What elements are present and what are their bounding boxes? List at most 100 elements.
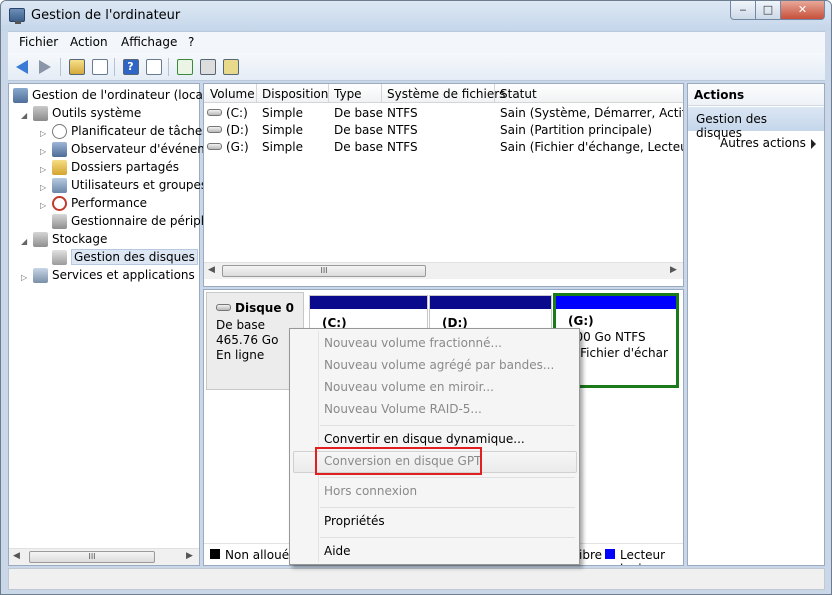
toolbar-separator	[168, 58, 169, 76]
menu-item-aide[interactable]: Aide	[324, 544, 351, 558]
menu-item-hors-connexion[interactable]: Hors connexion	[324, 484, 417, 498]
expand-arrow-icon[interactable]: ▷	[40, 184, 48, 192]
legend-lecteur-logique: Lecteur logi	[620, 548, 666, 565]
logical-drive-swatch	[605, 549, 615, 559]
menu-item-nouveau-volume-agrege[interactable]: Nouveau volume agrégé par bandes...	[324, 358, 554, 372]
drive-icon	[207, 109, 222, 116]
disk-settings-icon[interactable]	[221, 57, 240, 76]
volume-list-horizontal-scrollbar[interactable]: ◀ III ▶	[204, 262, 683, 279]
window-title: Gestion de l'ordinateur	[31, 8, 181, 23]
column-disposition[interactable]: Disposition	[262, 87, 328, 101]
back-arrow-icon[interactable]	[12, 57, 31, 76]
tree-item-dossiers-partages[interactable]: Dossiers partagés	[52, 158, 179, 176]
up-folder-icon[interactable]	[67, 57, 86, 76]
disk-state: En ligne	[216, 348, 265, 362]
scrollbar-thumb[interactable]: III	[29, 551, 155, 563]
drive-icon	[207, 143, 222, 150]
tree-horizontal-scrollbar[interactable]: ◀ III ▶	[9, 548, 199, 565]
primary-partition-bar	[310, 296, 427, 309]
scroll-right-icon[interactable]: ▶	[186, 551, 193, 561]
menu-bar: Fichier Action Affichage ?	[8, 31, 825, 53]
volume-list: Volume Disposition Type Système de fichi…	[203, 83, 684, 287]
menu-fichier[interactable]: Fichier	[19, 35, 58, 49]
menu-item-nouveau-volume-fractionne[interactable]: Nouveau volume fractionné...	[324, 336, 502, 350]
tree-item-gestion-des-disques[interactable]: Gestion des disques	[52, 248, 198, 266]
scroll-left-icon[interactable]: ◀	[208, 265, 215, 275]
tree-item-services[interactable]: Services et applications	[33, 266, 195, 284]
tree-item-performance[interactable]: Performance	[52, 194, 147, 212]
column-status[interactable]: Statut	[500, 87, 537, 101]
tree-item-utilisateurs[interactable]: Utilisateurs et groupes l	[52, 176, 214, 194]
expand-arrow-icon[interactable]: ▷	[40, 148, 48, 156]
legend-non-alloue: Non alloué	[225, 548, 290, 562]
actions-pane: Actions Gestion des disques Autres actio…	[687, 83, 825, 566]
disk-size: 465.76 Go	[216, 333, 279, 347]
logical-drive-bar	[556, 296, 676, 309]
services-icon	[33, 267, 48, 283]
tree-item-outils-systeme[interactable]: Outils système	[33, 104, 141, 122]
tools-icon	[33, 105, 48, 121]
event-viewer-icon	[52, 141, 67, 157]
menu-item-convertir-dynamique[interactable]: Convertir en disque dynamique...	[324, 432, 525, 446]
title-bar: Gestion de l'ordinateur ‒ □ ✕	[1, 1, 831, 31]
menu-separator	[320, 537, 575, 538]
column-volume[interactable]: Volume	[210, 87, 255, 101]
help-icon[interactable]: ?	[121, 57, 140, 76]
menu-separator	[320, 477, 575, 478]
annotation-highlight-box	[315, 447, 482, 475]
scroll-right-icon[interactable]: ▶	[670, 265, 677, 275]
disk-type: De base	[216, 318, 266, 332]
collapse-arrow-icon[interactable]: ◢	[21, 238, 29, 246]
expand-arrow-icon[interactable]: ▷	[40, 202, 48, 210]
navigation-tree: Gestion de l'ordinateur (local) ◢ Outils…	[8, 83, 216, 566]
scrollbar-thumb[interactable]: III	[222, 265, 426, 277]
column-type[interactable]: Type	[334, 87, 362, 101]
toolbar-separator	[114, 58, 115, 76]
users-icon	[52, 177, 67, 193]
table-row[interactable]: (D:) Simple De base NTFS Sain (Partition…	[204, 122, 683, 139]
computer-management-icon	[9, 8, 25, 24]
menu-action[interactable]: Action	[70, 35, 108, 49]
table-row[interactable]: (G:) Simple De base NTFS Sain (Fichier d…	[204, 139, 683, 156]
menu-item-proprietes[interactable]: Propriétés	[324, 514, 385, 528]
close-button[interactable]: ✕	[781, 1, 825, 20]
clock-icon	[52, 123, 67, 139]
storage-icon	[33, 231, 48, 247]
show-action-pane-icon[interactable]	[144, 57, 163, 76]
properties-icon[interactable]	[198, 57, 217, 76]
column-filesystem[interactable]: Système de fichiers	[387, 87, 505, 101]
actions-group-gestion-des-disques[interactable]: Gestion des disques	[688, 107, 824, 140]
status-bar	[8, 568, 825, 590]
refresh-icon[interactable]	[175, 57, 194, 76]
tree-item-gestionnaire-peripheriques[interactable]: Gestionnaire de périphé	[52, 212, 216, 230]
shared-folder-icon	[52, 159, 67, 175]
tree-item-stockage[interactable]: Stockage	[33, 230, 107, 248]
menu-item-nouveau-volume-raid5[interactable]: Nouveau Volume RAID-5...	[324, 402, 482, 416]
minimize-button[interactable]: ‒	[730, 1, 756, 20]
menu-item-nouveau-volume-miroir[interactable]: Nouveau volume en miroir...	[324, 380, 494, 394]
window: Gestion de l'ordinateur ‒ □ ✕ Fichier Ac…	[0, 0, 832, 595]
disk-management-icon	[52, 249, 67, 265]
table-row[interactable]: (C:) Simple De base NTFS Sain (Système, …	[204, 105, 683, 122]
forward-arrow-icon[interactable]	[35, 57, 54, 76]
tree-item-root[interactable]: Gestion de l'ordinateur (local)	[13, 86, 211, 104]
show-hide-tree-icon[interactable]	[90, 57, 109, 76]
tree-item-planificateur[interactable]: Planificateur de tâches	[52, 122, 209, 140]
menu-affichage[interactable]: Affichage	[121, 35, 177, 49]
primary-partition-bar	[430, 296, 551, 309]
submenu-arrow-icon[interactable]	[811, 139, 816, 149]
expand-arrow-icon[interactable]: ▷	[40, 166, 48, 174]
legend-espace-libre: ibre	[579, 548, 603, 562]
unallocated-swatch	[210, 549, 220, 559]
toolbar-separator	[60, 58, 61, 76]
expand-arrow-icon[interactable]: ▷	[21, 274, 29, 282]
computer-icon	[13, 87, 28, 103]
scroll-left-icon[interactable]: ◀	[13, 551, 20, 561]
other-actions-link[interactable]: Autres actions	[720, 136, 806, 150]
maximize-button[interactable]: □	[756, 1, 781, 20]
expand-arrow-icon[interactable]: ▷	[40, 130, 48, 138]
collapse-arrow-icon[interactable]: ◢	[21, 112, 29, 120]
disk-icon	[216, 304, 231, 311]
tree-item-observateur[interactable]: Observateur d'événeme	[52, 140, 216, 158]
menu-help[interactable]: ?	[188, 35, 194, 49]
